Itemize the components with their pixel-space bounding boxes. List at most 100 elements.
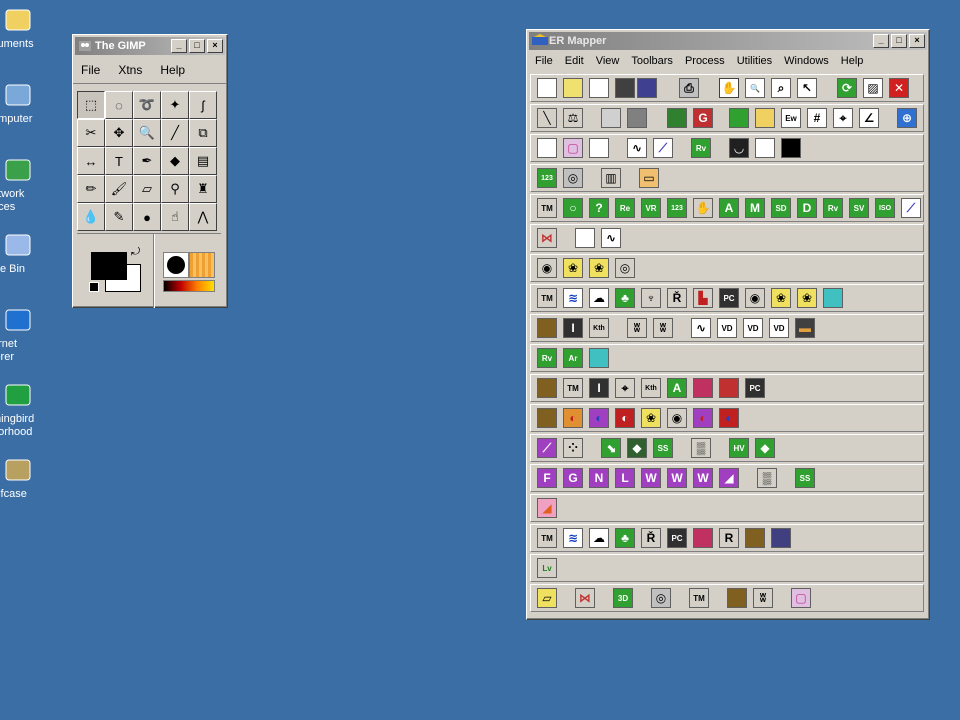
clone-tool-icon[interactable]: ♜ xyxy=(189,175,217,203)
histogram-icon[interactable]: ∿ xyxy=(627,138,647,158)
target2-icon[interactable]: ◎ xyxy=(651,588,671,608)
a-icon[interactable]: A xyxy=(719,198,739,218)
flower-icon[interactable]: ❀ xyxy=(563,258,583,278)
pc-icon[interactable]: PC xyxy=(719,288,739,308)
hist3-icon[interactable]: ∿ xyxy=(691,318,711,338)
magnify-tool-icon[interactable]: 🔍 xyxy=(133,119,161,147)
minimize-button[interactable]: _ xyxy=(873,34,889,48)
geocode-icon[interactable]: G xyxy=(693,108,713,128)
desktop-shortcut[interactable]: omputer xyxy=(0,79,50,126)
texture2-icon[interactable]: ▒ xyxy=(757,468,777,488)
diamond-icon[interactable]: ◆ xyxy=(627,438,647,458)
rz-icon[interactable]: ◢ xyxy=(719,468,739,488)
folder-open-icon[interactable] xyxy=(755,108,775,128)
rv3-icon[interactable]: Rv xyxy=(537,348,557,368)
crop-tool-icon[interactable]: ╱ xyxy=(161,119,189,147)
i2-icon[interactable]: I xyxy=(589,378,609,398)
mixed2-icon[interactable] xyxy=(693,528,713,548)
maximize-button[interactable]: □ xyxy=(891,34,907,48)
flip-tool-icon[interactable]: ↔ xyxy=(77,147,105,175)
mixed-icon[interactable] xyxy=(693,378,713,398)
hv-icon[interactable]: HV xyxy=(729,438,749,458)
airbrush-tool-icon[interactable]: ⚲ xyxy=(161,175,189,203)
layers4-icon[interactable]: ◉ xyxy=(667,408,687,428)
desktop-shortcut[interactable]: cle Bin xyxy=(0,229,50,276)
arrow-green-icon[interactable]: ⬊ xyxy=(601,438,621,458)
vd3-icon[interactable]: VD xyxy=(769,318,789,338)
rg-icon[interactable]: G xyxy=(563,468,583,488)
palette5-icon[interactable]: ◐ xyxy=(719,408,739,428)
color-swatches[interactable]: ⤾ xyxy=(87,246,143,294)
r2-icon[interactable]: Ř xyxy=(641,528,661,548)
palette4-icon[interactable]: ◐ xyxy=(693,408,713,428)
ermapper-menu-help[interactable]: Help xyxy=(835,55,870,67)
a2-icon[interactable]: A xyxy=(667,378,687,398)
save-as-icon[interactable] xyxy=(637,78,657,98)
palette3-icon[interactable]: ◐ xyxy=(615,408,635,428)
lv-icon[interactable]: Lv xyxy=(537,558,557,578)
ew-icon[interactable]: Ew xyxy=(781,108,801,128)
angle-icon[interactable]: ∠ xyxy=(859,108,879,128)
stack-icon[interactable] xyxy=(729,108,749,128)
tm5-icon[interactable]: TM xyxy=(689,588,709,608)
foreground-color-swatch[interactable] xyxy=(91,252,127,280)
color-picker-tool-icon[interactable]: ✒ xyxy=(133,147,161,175)
numbers-icon[interactable]: 123 xyxy=(537,168,557,188)
layers-icon[interactable] xyxy=(667,108,687,128)
formula-icon[interactable] xyxy=(627,108,647,128)
bowtie2-icon[interactable]: ⋈ xyxy=(575,588,595,608)
balance-icon[interactable]: ⚖ xyxy=(563,108,583,128)
print-icon[interactable]: ⎙ xyxy=(679,78,699,98)
flower4-icon[interactable]: ❀ xyxy=(797,288,817,308)
fuzzy-select-tool-icon[interactable]: ✦ xyxy=(161,91,189,119)
swirl-icon[interactable]: ◎ xyxy=(615,258,635,278)
default-colors-icon[interactable] xyxy=(89,282,99,292)
r3-icon[interactable]: R xyxy=(719,528,739,548)
brush-preview[interactable] xyxy=(163,252,189,278)
desktop-shortcut[interactable]: ernet lorer xyxy=(0,304,50,364)
page2-icon[interactable] xyxy=(575,228,595,248)
rf-icon[interactable]: F xyxy=(537,468,557,488)
eraser-tool-icon[interactable]: ▱ xyxy=(133,175,161,203)
stop-icon[interactable]: ✕ xyxy=(889,78,909,98)
gimp-menu-file[interactable]: File xyxy=(75,63,106,77)
ermapper-menu-view[interactable]: View xyxy=(590,55,626,67)
lasso-tool-icon[interactable]: ➰ xyxy=(133,91,161,119)
vd2-icon[interactable]: VD xyxy=(743,318,763,338)
frame-icon[interactable]: ▭ xyxy=(639,168,659,188)
cyan-circle-icon[interactable]: ● xyxy=(823,288,843,308)
cloud-icon[interactable]: ☁ xyxy=(589,288,609,308)
wave-icon[interactable]: ≋ xyxy=(563,288,583,308)
sv-icon[interactable]: SV xyxy=(849,198,869,218)
gimp-menu-xtns[interactable]: Xtns xyxy=(112,63,148,77)
smudge-tool-icon[interactable]: ☝ xyxy=(161,203,189,231)
ermapper-menu-edit[interactable]: Edit xyxy=(559,55,590,67)
help-green-icon[interactable]: ? xyxy=(589,198,609,218)
scissors-tool-icon[interactable]: ✂ xyxy=(77,119,105,147)
rw-icon[interactable]: W xyxy=(641,468,661,488)
gradient-preview[interactable] xyxy=(163,280,215,292)
flower5-icon[interactable]: ❀ xyxy=(641,408,661,428)
cyan-circle2-icon[interactable]: ● xyxy=(589,348,609,368)
r-icon[interactable]: Ř xyxy=(667,288,687,308)
desktop-shortcut[interactable]: mingbird borhood xyxy=(0,379,50,439)
re-icon[interactable]: Re xyxy=(615,198,635,218)
rgb-icon[interactable] xyxy=(719,378,739,398)
blank-page-icon[interactable] xyxy=(755,138,775,158)
hand-pan-icon[interactable]: ✋ xyxy=(719,78,739,98)
kth-icon[interactable]: Kth xyxy=(589,318,609,338)
bezier-select-tool-icon[interactable]: ʃ xyxy=(189,91,217,119)
paintbrush-tool-icon[interactable]: 🖌 xyxy=(105,175,133,203)
ar-icon[interactable]: Ar xyxy=(563,348,583,368)
ermapper-titlebar[interactable]: ER Mapper _ □ × xyxy=(529,32,927,50)
rv2-icon[interactable]: Rv xyxy=(823,198,843,218)
ss-icon[interactable]: SS xyxy=(653,438,673,458)
desktop-shortcut[interactable]: cuments xyxy=(0,4,50,51)
image5-icon[interactable] xyxy=(771,528,791,548)
layers2-icon[interactable]: ◉ xyxy=(537,258,557,278)
tree2-icon[interactable]: ♣ xyxy=(615,528,635,548)
cloud2-icon[interactable]: ☁ xyxy=(589,528,609,548)
tm-icon[interactable]: TM xyxy=(537,198,557,218)
tm4-icon[interactable]: TM xyxy=(537,528,557,548)
image4-icon[interactable] xyxy=(745,528,765,548)
